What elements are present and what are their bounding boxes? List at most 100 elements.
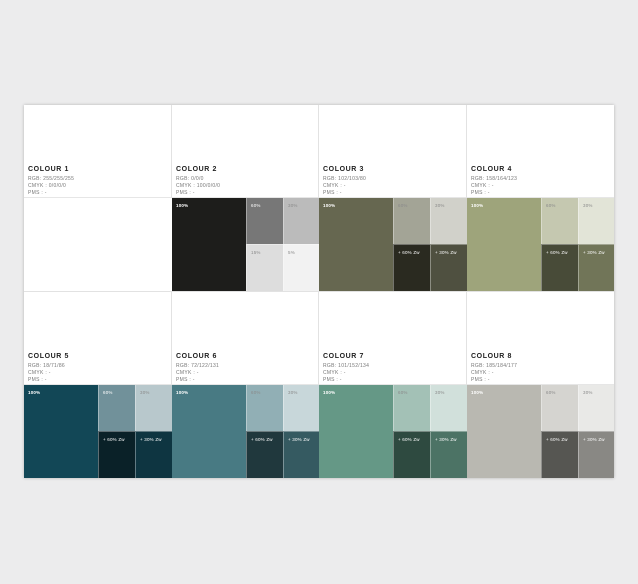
colour-card-5: COLOUR 5 RGB: 18/71/86 CMYK : - PMS : - 100%… xyxy=(24,292,172,478)
swatch-shade-60: + 60% Zw xyxy=(541,431,578,478)
swatch-100-label: 100% xyxy=(176,390,189,395)
swatch-shade-60-label: + 60% Zw xyxy=(546,437,568,442)
colour-name: COLOUR 7 xyxy=(323,353,364,360)
swatch-30: 30% xyxy=(283,385,319,431)
swatch-group: 100% 60% 30% + 60% Zw + 30% Zw xyxy=(467,198,614,291)
swatch-30-label: 30% xyxy=(140,390,150,395)
swatch-100-label: 100% xyxy=(323,390,336,395)
rgb-value: RGB: 255/255/255 xyxy=(28,176,75,182)
rgb-value: RGB: 0/0/0 xyxy=(176,176,204,182)
swatch-group: 100% 60% 30% + 60% Zw + 30% Zw xyxy=(172,385,319,478)
swatch-60: 60% xyxy=(246,385,283,431)
swatch-30-label: 30% xyxy=(435,390,445,395)
swatch-30-label: 30% xyxy=(435,203,445,208)
swatch-shade-30: + 30% Zw xyxy=(430,244,467,291)
colour-name: COLOUR 6 xyxy=(176,353,217,360)
swatch-group: 100% 60% 30% 15% 5% xyxy=(172,198,319,291)
swatch-shade-60: + 60% Zw xyxy=(541,244,578,291)
swatch-shade-30-label: 5% xyxy=(288,250,295,255)
cmyk-value: CMYK : 0/0/0/0 xyxy=(28,183,67,189)
swatch-shade-60-label: + 60% Zw xyxy=(398,437,420,442)
swatch-shade-30 xyxy=(135,244,172,291)
swatch-100 xyxy=(24,198,98,291)
colour-card-1: COLOUR 1 RGB: 255/255/255 CMYK : 0/0/0/0 PM… xyxy=(24,105,172,291)
swatch-100: 100% xyxy=(172,198,246,291)
swatch-30 xyxy=(135,198,172,244)
pms-value: PMS : - xyxy=(28,377,47,383)
colour-info: COLOUR 7 RGB: 101/152/134 CMYK : - PMS : - xyxy=(319,292,466,385)
swatch-60-label: 60% xyxy=(546,203,556,208)
swatch-100: 100% xyxy=(24,385,98,478)
swatch-group: 100% 60% 30% + 60% Zw + 30% Zw xyxy=(319,385,467,478)
pms-value: PMS : - xyxy=(323,377,342,383)
swatch-shade-30-label: + 30% Zw xyxy=(140,437,162,442)
swatch-60: 60% xyxy=(541,385,578,431)
swatch-30-label: 30% xyxy=(288,203,298,208)
swatch-60-label: 60% xyxy=(398,390,408,395)
rgb-value: RGB: 72/122/131 xyxy=(176,363,220,369)
swatch-30: 30% xyxy=(430,198,467,244)
colour-card-3: COLOUR 3 RGB: 102/103/80 CMYK : - PMS : - 10… xyxy=(319,105,467,291)
swatch-shade-60: + 60% Zw xyxy=(393,431,430,478)
colour-name: COLOUR 1 xyxy=(28,166,69,173)
colour-palette-sheet: COLOUR 1 RGB: 255/255/255 CMYK : 0/0/0/0 PM… xyxy=(24,105,614,478)
swatch-60: 60% xyxy=(246,198,283,244)
rgb-value: RGB: 18/71/86 xyxy=(28,363,65,369)
colour-info: COLOUR 4 RGB: 158/164/123 CMYK : - PMS : - xyxy=(467,105,614,198)
swatch-group: 100% 60% 30% + 60% Zw + 30% Zw xyxy=(467,385,614,478)
cmyk-value: CMYK : - xyxy=(323,370,346,376)
swatch-shade-60: + 60% Zw xyxy=(246,431,283,478)
swatch-100: 100% xyxy=(467,385,541,478)
swatch-60: 60% xyxy=(393,198,430,244)
swatch-30: 30% xyxy=(430,385,467,431)
colour-info: COLOUR 1 RGB: 255/255/255 CMYK : 0/0/0/0 PM… xyxy=(24,105,171,198)
rgb-value: RGB: 102/103/80 xyxy=(323,176,367,182)
colour-info: COLOUR 6 RGB: 72/122/131 CMYK : - PMS : - xyxy=(172,292,318,385)
pms-value: PMS : - xyxy=(176,377,195,383)
colour-card-4: COLOUR 4 RGB: 158/164/123 CMYK : - PMS : - 1… xyxy=(467,105,614,291)
swatch-group: 100% 60% 30% + 60% Zw + 30% Zw xyxy=(319,198,467,291)
palette-row-2: COLOUR 5 RGB: 18/71/86 CMYK : - PMS : -100%… xyxy=(24,292,614,478)
swatch-100: 100% xyxy=(319,385,393,478)
swatch-shade-60-label: 15% xyxy=(251,250,261,255)
colour-info: COLOUR 8 RGB: 185/184/177 CMYK : - PMS : - xyxy=(467,292,614,385)
colour-info: COLOUR 5 RGB: 18/71/86 CMYK : - PMS : - xyxy=(24,292,171,385)
swatch-shade-30: + 30% Zw xyxy=(135,431,172,478)
swatch-shade-60-label: + 60% Zw xyxy=(251,437,273,442)
swatch-60-label: 60% xyxy=(103,390,113,395)
swatch-shade-30: + 30% Zw xyxy=(578,244,614,291)
swatch-100: 100% xyxy=(319,198,393,291)
colour-name: COLOUR 5 xyxy=(28,353,69,360)
rgb-value: RGB: 185/184/177 xyxy=(471,363,518,369)
pms-value: PMS : - xyxy=(323,190,342,196)
swatch-30: 30% xyxy=(135,385,172,431)
colour-info: COLOUR 2 RGB: 0/0/0 CMYK : 100/0/0/0 PMS : … xyxy=(172,105,318,198)
pms-value: PMS : - xyxy=(176,190,195,196)
swatch-shade-60-label: + 60% Zw xyxy=(103,437,125,442)
swatch-100: 100% xyxy=(467,198,541,291)
swatch-30-label: 30% xyxy=(583,203,593,208)
colour-card-8: COLOUR 8 RGB: 185/184/177 CMYK : - PMS : - 1… xyxy=(467,292,614,478)
swatch-shade-30-label: + 30% Zw xyxy=(583,437,605,442)
swatch-shade-30: 5% xyxy=(283,244,319,291)
pms-value: PMS : - xyxy=(471,377,490,383)
swatch-shade-60: 15% xyxy=(246,244,283,291)
cmyk-value: CMYK : - xyxy=(323,183,346,189)
swatch-30: 30% xyxy=(578,198,614,244)
colour-card-6: COLOUR 6 RGB: 72/122/131 CMYK : - PMS : - 10… xyxy=(172,292,319,478)
swatch-shade-30-label: + 30% Zw xyxy=(583,250,605,255)
swatch-30-label: 30% xyxy=(583,390,593,395)
colour-name: COLOUR 2 xyxy=(176,166,217,173)
swatch-shade-30: + 30% Zw xyxy=(430,431,467,478)
cmyk-value: CMYK : - xyxy=(471,183,494,189)
rgb-value: RGB: 158/164/123 xyxy=(471,176,518,182)
swatch-100-label: 100% xyxy=(176,203,189,208)
swatch-shade-30: + 30% Zw xyxy=(283,431,319,478)
swatch-60-label: 60% xyxy=(251,203,261,208)
swatch-60: 60% xyxy=(393,385,430,431)
swatch-60: 60% xyxy=(541,198,578,244)
swatch-100-label: 100% xyxy=(28,390,41,395)
palette-row-1: COLOUR 1 RGB: 255/255/255 CMYK : 0/0/0/0 PM… xyxy=(24,105,614,291)
rgb-value: RGB: 101/152/134 xyxy=(323,363,370,369)
colour-card-2: COLOUR 2 RGB: 0/0/0 CMYK : 100/0/0/0 PMS : … xyxy=(172,105,319,291)
